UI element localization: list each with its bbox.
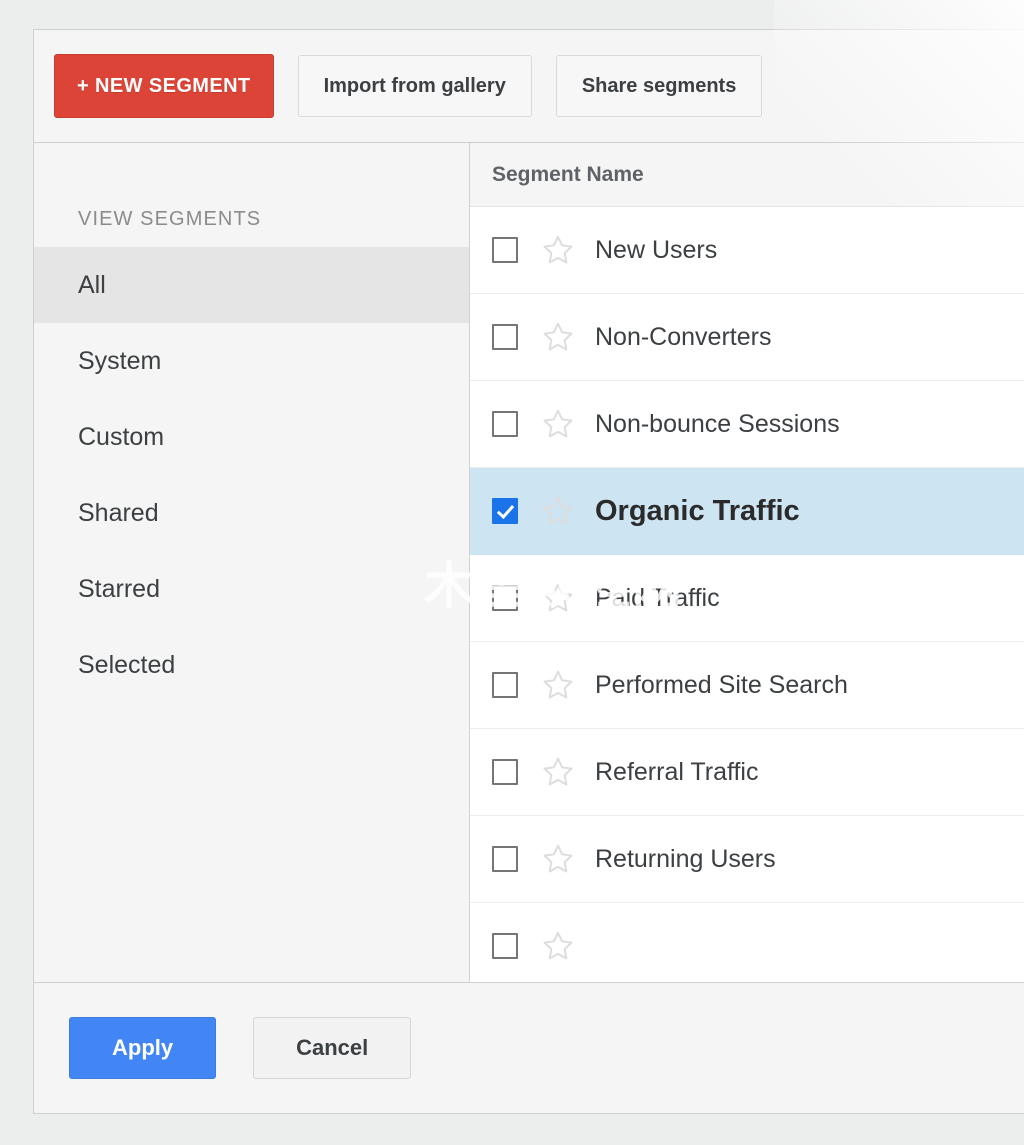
segment-checkbox[interactable] <box>492 933 518 959</box>
sidebar-item-label: Shared <box>78 499 159 527</box>
view-segments-sidebar: VIEW SEGMENTS All System Custom Shared Starr… <box>34 143 470 982</box>
apply-button[interactable]: Apply <box>69 1017 216 1079</box>
sidebar-item-custom[interactable]: Custom <box>34 399 469 475</box>
dialog-footer: Apply Cancel <box>34 983 1024 1113</box>
star-icon[interactable] <box>541 494 575 528</box>
segment-checkbox[interactable] <box>492 237 518 263</box>
sidebar-item-shared[interactable]: Shared <box>34 475 469 551</box>
star-icon[interactable] <box>541 755 575 789</box>
table-row[interactable]: Non-bounce Sessions <box>470 381 1024 468</box>
segment-checkbox[interactable] <box>492 846 518 872</box>
segment-checkbox[interactable] <box>492 411 518 437</box>
star-icon[interactable] <box>541 668 575 702</box>
star-icon[interactable] <box>541 842 575 876</box>
segment-name-label: Paid Traffic <box>595 584 720 613</box>
star-icon[interactable] <box>541 407 575 441</box>
sidebar-item-label: Selected <box>78 651 175 679</box>
segment-name-label: Performed Site Search <box>595 671 848 700</box>
share-segments-button[interactable]: Share segments <box>556 55 763 117</box>
segment-name-label: Non-bounce Sessions <box>595 410 840 439</box>
sidebar-heading: VIEW SEGMENTS <box>34 199 469 247</box>
table-row[interactable]: Paid Traffic <box>470 555 1024 642</box>
table-row[interactable]: Non-Converters <box>470 294 1024 381</box>
sidebar-item-label: Starred <box>78 575 160 603</box>
segment-name-column-header: Segment Name <box>492 163 644 187</box>
segment-name-label: New Users <box>595 236 717 265</box>
segment-checkbox[interactable] <box>492 759 518 785</box>
new-segment-button[interactable]: + NEW SEGMENT <box>54 54 274 118</box>
segment-name-label: Non-Converters <box>595 323 771 352</box>
table-row[interactable]: New Users <box>470 207 1024 294</box>
table-row[interactable] <box>470 903 1024 982</box>
segment-list-header: Segment Name <box>470 143 1024 207</box>
import-from-gallery-button[interactable]: Import from gallery <box>298 55 532 117</box>
segment-checkbox[interactable] <box>492 672 518 698</box>
star-icon[interactable] <box>541 233 575 267</box>
star-icon[interactable] <box>541 929 575 963</box>
segment-name-label: Returning Users <box>595 845 776 874</box>
segment-checkbox[interactable] <box>492 498 518 524</box>
sidebar-item-all[interactable]: All <box>34 247 469 323</box>
dialog-body: VIEW SEGMENTS All System Custom Shared Starr… <box>34 143 1024 983</box>
sidebar-item-starred[interactable]: Starred <box>34 551 469 627</box>
sidebar-item-label: Custom <box>78 423 164 451</box>
segment-checkbox[interactable] <box>492 585 518 611</box>
segment-toolbar: + NEW SEGMENT Import from gallery Share … <box>34 30 1024 143</box>
segment-checkbox[interactable] <box>492 324 518 350</box>
sidebar-item-label: All <box>78 271 106 299</box>
segment-picker-dialog: + NEW SEGMENT Import from gallery Share … <box>33 29 1024 1114</box>
sidebar-item-system[interactable]: System <box>34 323 469 399</box>
cancel-button[interactable]: Cancel <box>253 1017 411 1079</box>
segment-name-label: Referral Traffic <box>595 758 758 787</box>
segment-name-label: Organic Traffic <box>595 495 800 528</box>
sidebar-item-label: System <box>78 347 161 375</box>
table-row[interactable]: Organic Traffic <box>470 468 1024 555</box>
table-row[interactable]: Performed Site Search <box>470 642 1024 729</box>
table-row[interactable]: Returning Users <box>470 816 1024 903</box>
segment-list-pane: Segment Name New Users Non-Converters Non-… <box>470 143 1024 982</box>
star-icon[interactable] <box>541 581 575 615</box>
sidebar-item-selected[interactable]: Selected <box>34 627 469 703</box>
segment-list-scroll[interactable]: New Users Non-Converters Non-bounce Sessio… <box>470 207 1024 982</box>
star-icon[interactable] <box>541 320 575 354</box>
table-row[interactable]: Referral Traffic <box>470 729 1024 816</box>
